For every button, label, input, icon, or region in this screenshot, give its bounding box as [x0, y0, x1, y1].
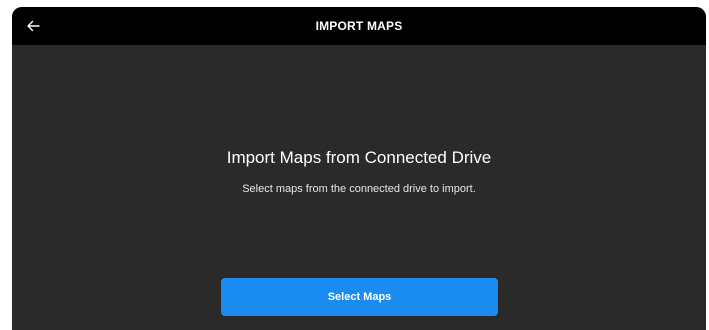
main-content: Import Maps from Connected Drive Select … [12, 45, 706, 330]
import-heading: Import Maps from Connected Drive [226, 148, 492, 167]
import-maps-screen: IMPORT MAPS Import Maps from Connected D… [12, 7, 706, 330]
page-title: IMPORT MAPS [315, 19, 403, 33]
top-bar: IMPORT MAPS [12, 7, 706, 45]
select-maps-button[interactable]: Select Maps [221, 278, 498, 316]
import-description: Select maps from the connected drive to … [242, 183, 476, 195]
